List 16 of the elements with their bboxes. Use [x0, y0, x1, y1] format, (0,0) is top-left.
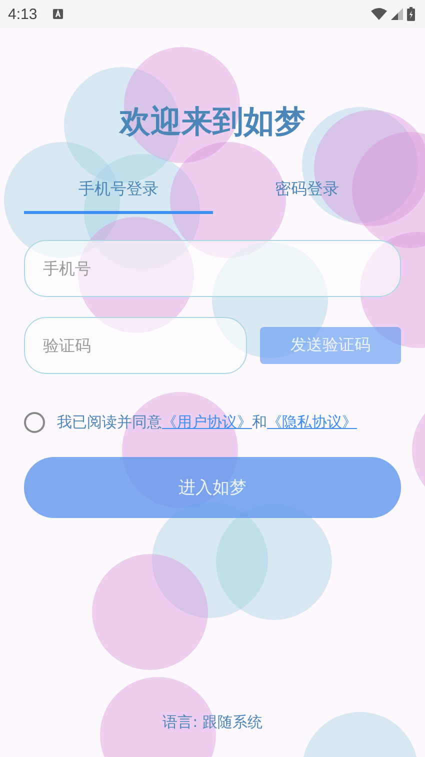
agree-checkbox[interactable] [24, 412, 45, 433]
agreement-text: 我已阅读并同意 [57, 413, 162, 432]
code-field[interactable]: 验证码 [24, 317, 247, 374]
privacy-agreement-link[interactable]: 《隐私协议》 [267, 413, 357, 432]
login-tab[interactable]: 密码登录 [212, 170, 401, 214]
keyboard-icon [53, 9, 64, 19]
phone-field[interactable]: 手机号 [24, 240, 401, 297]
language-setting[interactable]: 语言: 跟随系统 [162, 713, 262, 732]
login-tab[interactable]: 手机号登录 [24, 170, 212, 214]
welcome-title: 欢迎来到如梦 [118, 103, 306, 142]
agreement-joiner: 和 [252, 413, 267, 432]
user-agreement-link[interactable]: 《用户协议》 [162, 413, 252, 432]
wifi-icon [371, 8, 387, 20]
signal-icon [391, 8, 403, 20]
status-time: 4:13 [8, 6, 38, 22]
battery-icon [407, 7, 415, 21]
